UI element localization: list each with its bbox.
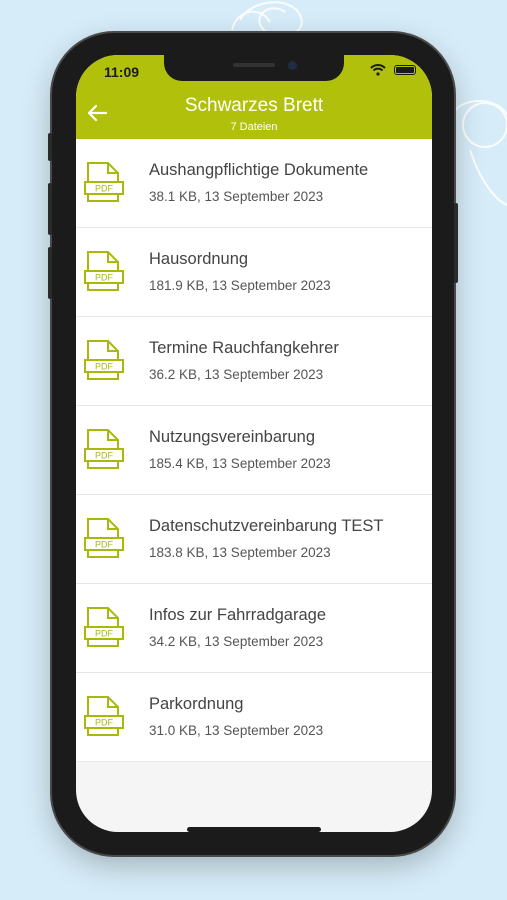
svg-text:PDF: PDF <box>95 718 114 728</box>
page-title: Schwarzes Brett <box>184 95 324 116</box>
file-name: Datenschutzvereinbarung TEST <box>149 517 384 535</box>
file-item[interactable]: PDF Hausordnung 181.9 KB, 13 September 2… <box>76 228 432 317</box>
file-item[interactable]: PDF Nutzungsvereinbarung 185.4 KB, 13 Se… <box>76 406 432 495</box>
file-list: PDF Aushangpflichtige Dokumente 38.1 KB,… <box>76 139 432 762</box>
file-meta: 181.9 KB, 13 September 2023 <box>149 278 331 293</box>
pdf-file-icon: PDF <box>84 607 124 647</box>
notch <box>164 55 344 81</box>
svg-text:PDF: PDF <box>95 540 114 550</box>
file-name: Aushangpflichtige Dokumente <box>149 161 369 179</box>
page-subtitle: 7 Dateien <box>230 121 278 133</box>
file-item[interactable]: PDF Datenschutzvereinbarung TEST 183.8 K… <box>76 495 432 584</box>
file-name: Parkordnung <box>149 695 244 713</box>
home-indicator[interactable] <box>187 827 321 832</box>
file-name: Nutzungsvereinbarung <box>149 428 316 446</box>
app-header: 11:09 Schwarzes Brett 7 Dateien <box>76 55 432 139</box>
svg-text:PDF: PDF <box>95 629 114 639</box>
file-item[interactable]: PDF Termine Rauchfangkehrer 36.2 KB, 13 … <box>76 317 432 406</box>
svg-text:PDF: PDF <box>95 273 114 283</box>
app-screen: 11:09 Schwarzes Brett 7 Dateien PDF Aush… <box>76 55 432 832</box>
battery-icon <box>394 65 416 75</box>
file-meta: 38.1 KB, 13 September 2023 <box>149 189 324 204</box>
svg-text:PDF: PDF <box>95 184 114 194</box>
svg-text:PDF: PDF <box>95 451 114 461</box>
pdf-file-icon: PDF <box>84 251 124 291</box>
file-item[interactable]: PDF Infos zur Fahrradgarage 34.2 KB, 13 … <box>76 584 432 673</box>
file-name: Hausordnung <box>149 250 249 268</box>
pdf-file-icon: PDF <box>84 162 124 202</box>
file-meta: 34.2 KB, 13 September 2023 <box>149 634 324 649</box>
svg-text:PDF: PDF <box>95 362 114 372</box>
pdf-file-icon: PDF <box>84 518 124 558</box>
file-item[interactable]: PDF Aushangpflichtige Dokumente 38.1 KB,… <box>76 139 432 228</box>
status-time: 11:09 <box>104 64 140 80</box>
file-name: Termine Rauchfangkehrer <box>149 339 339 357</box>
status-icons <box>370 64 416 76</box>
file-meta: 31.0 KB, 13 September 2023 <box>149 723 324 738</box>
wifi-icon <box>370 64 386 76</box>
pdf-file-icon: PDF <box>84 696 124 736</box>
file-item[interactable]: PDF Parkordnung 31.0 KB, 13 September 20… <box>76 673 432 762</box>
file-meta: 183.8 KB, 13 September 2023 <box>149 545 331 560</box>
pdf-file-icon: PDF <box>84 429 124 469</box>
pdf-file-icon: PDF <box>84 340 124 380</box>
file-meta: 36.2 KB, 13 September 2023 <box>149 367 324 382</box>
file-name: Infos zur Fahrradgarage <box>149 606 327 624</box>
file-meta: 185.4 KB, 13 September 2023 <box>149 456 331 471</box>
